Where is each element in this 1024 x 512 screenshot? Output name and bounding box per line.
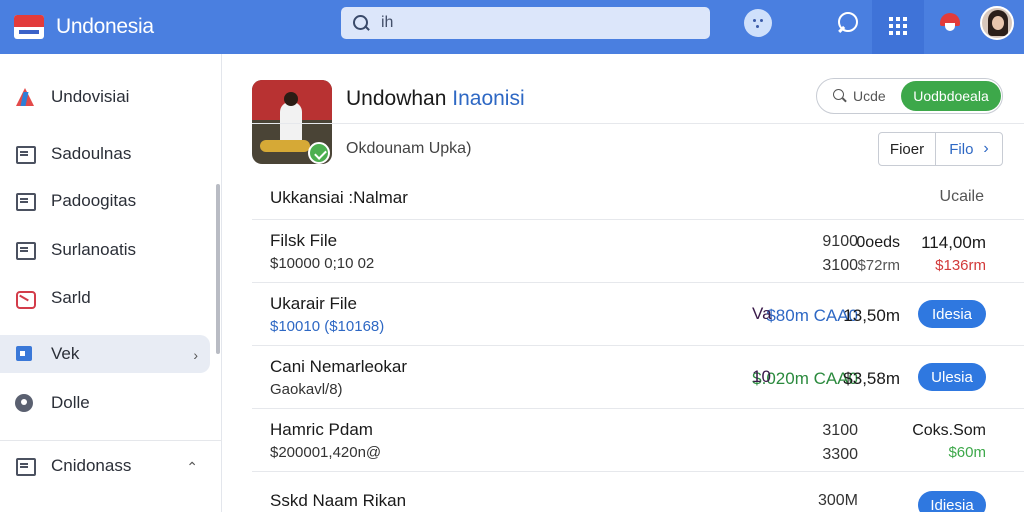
row-total-secondary: $60m xyxy=(948,444,986,461)
row-subtext: $10000 0;10 02 xyxy=(270,255,375,272)
filter-search[interactable]: Ucde xyxy=(817,79,902,113)
row-subtext: $200001,420n@ xyxy=(270,444,382,461)
sidebar-item-surlanoatis[interactable]: Surlanoatis xyxy=(0,231,210,269)
verified-check-icon xyxy=(308,142,330,164)
sidebar-item-label: Sarld xyxy=(51,288,91,307)
row-subtext: Gaokavl/8) xyxy=(270,381,343,398)
grid-icon xyxy=(889,17,907,35)
sidebar-item-dolle[interactable]: Dolle xyxy=(0,384,210,422)
avatar[interactable] xyxy=(980,6,1014,40)
row-name: Hamric Pdam xyxy=(270,420,373,439)
row-action-button[interactable]: Ulesia xyxy=(918,363,986,391)
sidebar-item-label: Padoogitas xyxy=(51,191,137,210)
row-amount: 9100 xyxy=(822,233,858,250)
settings-icon xyxy=(14,393,36,413)
filter-button[interactable]: Uodbdoeala xyxy=(901,81,1001,111)
row-amount-secondary: 3300 xyxy=(822,446,858,463)
sidebar-item-padoogitas[interactable]: Padoogitas xyxy=(0,182,210,220)
notification-icon[interactable] xyxy=(936,10,964,38)
table-row[interactable]: Cani Nemarleokar Gaokavl/8) $.020m CAA0 … xyxy=(252,347,1024,409)
top-bar: Undonesia xyxy=(0,0,1024,54)
chevron-right-icon: › xyxy=(193,347,198,363)
segment-filo[interactable]: Filo › xyxy=(936,133,1002,165)
row-code: Va xyxy=(752,304,772,323)
page-title: Undowhan Inaonisi xyxy=(346,87,525,111)
table-row[interactable]: Sskd Naam Rikan 300M Idiesia xyxy=(252,473,1024,512)
search-icon xyxy=(351,13,371,33)
brand[interactable]: Undonesia xyxy=(14,12,154,42)
chat-icon[interactable] xyxy=(834,9,862,37)
search-icon xyxy=(833,89,847,103)
table-row[interactable]: Filsk File $10000 0;10 02 9100 3100 0oed… xyxy=(252,221,1024,283)
sidebar: Undovisiai Sadoulnas Padoogitas Surlanoa… xyxy=(0,54,222,512)
filter-pill: Ucde Uodbdoeala xyxy=(816,78,1003,114)
column-header[interactable]: Ucaile xyxy=(940,188,984,206)
sidebar-item-sadoulnas[interactable]: Sadoulnas xyxy=(0,135,210,173)
row-name: Ukarair File xyxy=(270,294,357,313)
main-panel: Undowhan Inaonisi Okdounam Upka) Ucde Uo… xyxy=(222,54,1024,512)
divider xyxy=(252,123,1024,124)
row-total: 114,00m xyxy=(921,233,986,252)
sidebar-item-label: Undovisiai xyxy=(51,87,130,106)
sidebar-item-cnidonass[interactable]: Cnidonass ⌃ xyxy=(0,447,210,485)
document-icon xyxy=(14,456,36,476)
row-action-button[interactable]: Idesia xyxy=(918,300,986,328)
title-text: Undowhan xyxy=(346,87,453,110)
row-value-secondary: $72rm xyxy=(857,257,900,274)
row-amount-secondary: 3100 xyxy=(822,257,858,274)
sidebar-item-label: Surlanoatis xyxy=(51,240,137,259)
app-thumbnail xyxy=(252,80,332,164)
apps-button[interactable] xyxy=(872,0,924,54)
row-total-secondary: $136rm xyxy=(935,257,986,274)
document-icon xyxy=(14,191,36,211)
emoji-icon[interactable] xyxy=(744,9,772,37)
row-name: Sskd Naam Rikan xyxy=(270,491,407,510)
column-header: Ukkansiai :Nalmar xyxy=(270,188,408,207)
segment-filo-label: Filo xyxy=(949,140,974,158)
sidebar-item-label: Cnidonass xyxy=(51,456,132,475)
divider xyxy=(0,440,222,441)
sidebar-item-label: Sadoulnas xyxy=(51,144,132,163)
folder-icon xyxy=(14,344,36,364)
table-header: Ukkansiai :Nalmar Ucaile xyxy=(252,184,1024,220)
document-icon xyxy=(14,144,36,164)
flag-logo-icon xyxy=(14,15,44,39)
filter-search-label: Ucde xyxy=(853,88,886,104)
row-amount: 300M xyxy=(817,492,858,509)
page-subtitle: Okdounam Upka) xyxy=(346,140,472,157)
table-row[interactable]: Hamric Pdam $200001,420n@ 3100 3300 Coks… xyxy=(252,410,1024,472)
title-accent: Inaonisi xyxy=(452,87,525,110)
row-name: Cani Nemarleokar xyxy=(270,357,407,376)
row-amount: 3100 xyxy=(822,422,858,439)
sidebar-item-label: Dolle xyxy=(51,393,90,412)
row-subtext: $10010 ($10168) xyxy=(270,318,385,335)
logo-icon xyxy=(14,87,36,107)
segment-fioer[interactable]: Fioer xyxy=(879,133,936,165)
row-action-button[interactable]: Idiesia xyxy=(918,491,986,512)
search-bar[interactable] xyxy=(341,7,710,39)
chevron-right-icon: › xyxy=(983,140,989,157)
row-value: $3,58m xyxy=(843,369,900,388)
row-value: 13,50m xyxy=(843,306,900,325)
row-total: Coks.Som xyxy=(912,422,986,439)
table-row[interactable]: Ukarair File $10010 ($10168) $80m CAA0 V… xyxy=(252,284,1024,346)
sidebar-scrollbar[interactable] xyxy=(216,184,220,354)
row-code: 10 xyxy=(752,367,771,386)
sidebar-item-label: Vek xyxy=(51,344,80,363)
row-value: 0oeds xyxy=(856,234,900,251)
sidebar-item-undovisiai[interactable]: Undovisiai xyxy=(0,78,210,116)
brand-name: Undonesia xyxy=(56,15,154,38)
sidebar-item-sarld[interactable]: Sarld xyxy=(0,279,210,317)
segmented-control: Fioer Filo › xyxy=(878,132,1003,166)
search-input[interactable] xyxy=(381,14,681,32)
chevron-up-icon: ⌃ xyxy=(186,459,198,475)
document-icon xyxy=(14,240,36,260)
card-icon xyxy=(14,288,36,309)
sidebar-item-vek[interactable]: Vek › xyxy=(0,335,210,373)
row-name: Filsk File xyxy=(270,231,338,250)
